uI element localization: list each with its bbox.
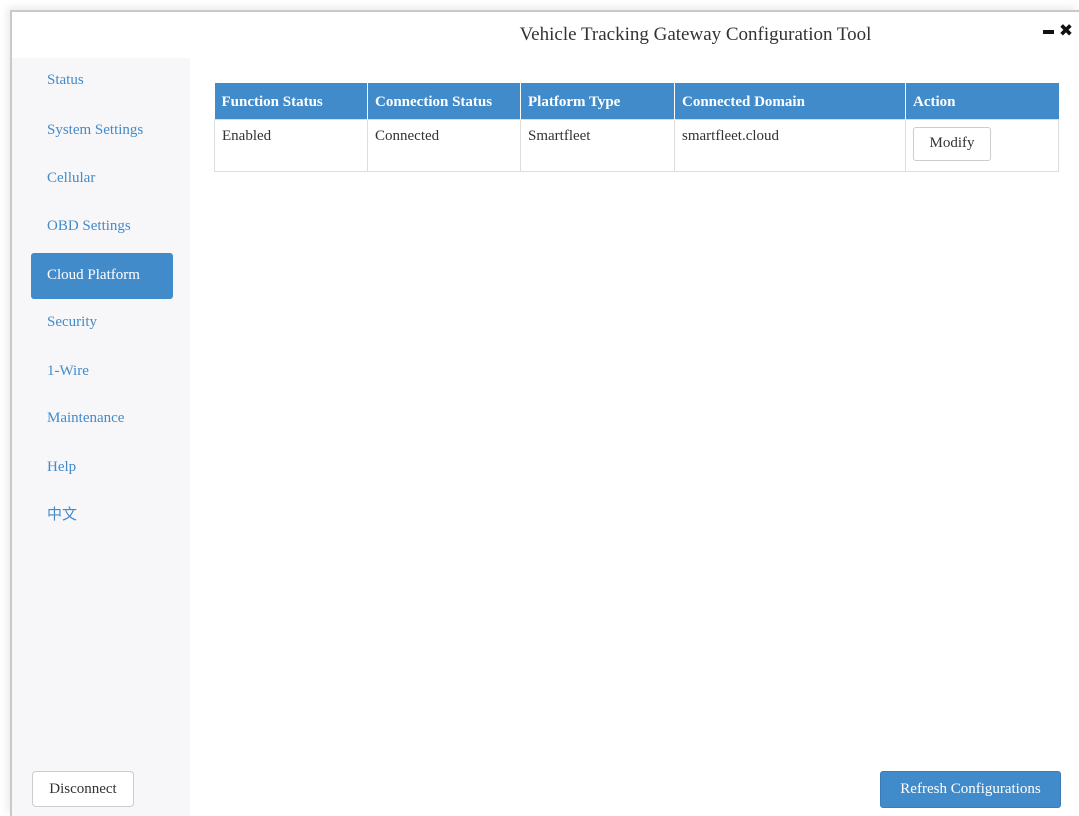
sidebar-item-system-settings[interactable]: System Settings [31, 108, 173, 154]
disconnect-button[interactable]: Disconnect [32, 771, 134, 807]
cell-platform-type: Smartfleet [520, 118, 675, 172]
minimize-icon [1042, 30, 1054, 34]
main-content: Function Status Connection Status Platfo… [190, 58, 1079, 816]
window-title: Vehicle Tracking Gateway Configuration T… [519, 24, 872, 45]
cell-connection-status: Connected [367, 118, 521, 172]
sidebar-item-obd-settings[interactable]: OBD Settings [31, 204, 173, 250]
table-row: Enabled Connected Smartfleet smartfleet.… [214, 118, 1059, 172]
table-header-row: Function Status Connection Status Platfo… [214, 83, 1059, 119]
modify-button[interactable]: Modify [913, 126, 991, 161]
sidebar-item-security[interactable]: Security [31, 300, 173, 346]
minimize-button[interactable] [1041, 22, 1055, 40]
sidebar-item-help[interactable]: Help [31, 445, 173, 491]
title-bar: Vehicle Tracking Gateway Configuration T… [12, 12, 1079, 58]
cloud-status-table: Function Status Connection Status Platfo… [214, 83, 1059, 172]
sidebar: Status System Settings Cellular OBD Sett… [12, 58, 190, 816]
cell-connected-domain: smartfleet.cloud [674, 118, 906, 172]
sidebar-item-maintenance[interactable]: Maintenance [31, 396, 173, 442]
window-controls: ✖ [1041, 22, 1073, 40]
sidebar-item-status[interactable]: Status [31, 58, 173, 104]
close-icon: ✖ [1058, 21, 1074, 41]
cell-function-status: Enabled [214, 118, 368, 172]
sidebar-item-1-wire[interactable]: 1-Wire [31, 349, 173, 395]
sidebar-item-language[interactable]: 中文 [31, 493, 173, 539]
sidebar-item-cloud-platform[interactable]: Cloud Platform [31, 253, 173, 299]
column-header-function-status: Function Status [214, 83, 368, 119]
sidebar-item-cellular[interactable]: Cellular [31, 156, 173, 202]
close-button[interactable]: ✖ [1059, 22, 1073, 40]
cell-action: Modify [905, 118, 1059, 172]
column-header-connection-status: Connection Status [367, 83, 521, 119]
app-window: Vehicle Tracking Gateway Configuration T… [10, 10, 1079, 816]
column-header-platform-type: Platform Type [520, 83, 675, 119]
column-header-action: Action [905, 83, 1059, 119]
column-header-connected-domain: Connected Domain [674, 83, 906, 119]
refresh-configurations-button[interactable]: Refresh Configurations [880, 771, 1061, 808]
